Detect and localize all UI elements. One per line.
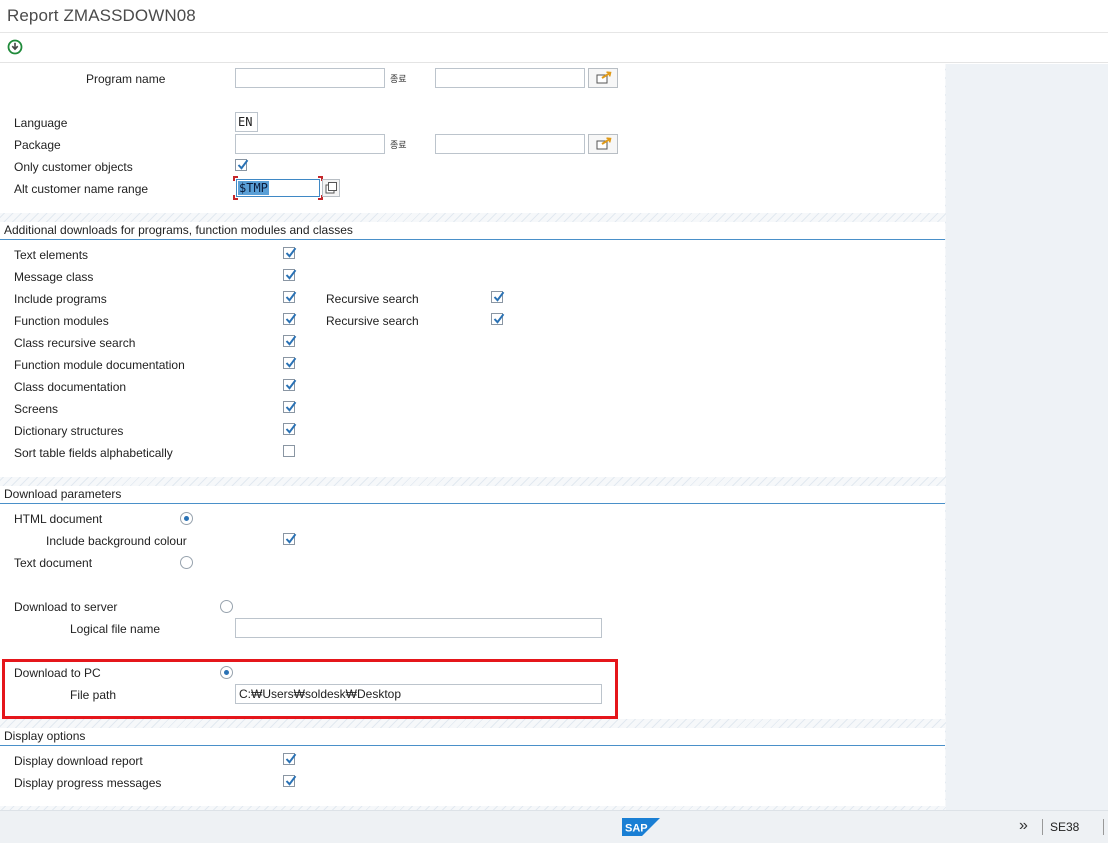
download-parameters-title: Download parameters: [0, 486, 945, 504]
display-progress-messages-checkbox[interactable]: [283, 775, 297, 787]
message-class-label: Message class: [14, 270, 94, 284]
application-toolbar: [0, 33, 1108, 63]
package-to-label: 종료: [390, 140, 407, 150]
right-pane: [946, 64, 1108, 810]
message-class-checkbox[interactable]: [283, 269, 297, 281]
title-bar: Report ZMASSDOWN08: [0, 0, 1108, 33]
expand-status-icon[interactable]: »: [1019, 817, 1028, 835]
download-to-server-radio[interactable]: [220, 600, 233, 613]
class-documentation-label: Class documentation: [14, 380, 127, 394]
highlight-box: [2, 659, 618, 719]
program-to-label: 종료: [390, 74, 407, 84]
only-customer-objects-label: Only customer objects: [14, 160, 133, 174]
value-help-button[interactable]: [322, 179, 340, 197]
program-multiple-selection-button[interactable]: [588, 68, 618, 88]
execute-icon[interactable]: [6, 38, 24, 56]
text-document-radio[interactable]: [180, 556, 193, 569]
display-options-block: Display options Display download report …: [0, 728, 945, 806]
include-programs-label: Include programs: [14, 292, 107, 306]
transaction-code: SE38: [1050, 820, 1080, 834]
class-recursive-search-label: Class recursive search: [14, 336, 136, 350]
multiple-selection-icon: [596, 137, 612, 150]
package-label: Package: [14, 138, 61, 152]
package-to-input[interactable]: [435, 134, 585, 154]
sap-logo-icon: SAP: [622, 818, 660, 836]
additional-downloads-block: Additional downloads for programs, funct…: [0, 222, 945, 477]
dictionary-structures-label: Dictionary structures: [14, 424, 124, 438]
package-from-input[interactable]: [235, 134, 385, 154]
status-bar: SAP » SE38: [0, 810, 1108, 843]
screens-label: Screens: [14, 402, 59, 416]
recursive-search-function-checkbox[interactable]: [491, 313, 505, 325]
logical-file-name-label: Logical file name: [70, 622, 161, 636]
alt-range-value: $TMP: [238, 181, 269, 195]
package-multiple-selection-button[interactable]: [588, 134, 618, 154]
text-elements-label: Text elements: [14, 248, 89, 262]
function-module-documentation-checkbox[interactable]: [283, 357, 297, 369]
download-to-server-label: Download to server: [14, 600, 118, 614]
include-background-colour-label: Include background colour: [46, 534, 187, 548]
recursive-search-label: Recursive search: [326, 314, 419, 328]
function-modules-label: Function modules: [14, 314, 109, 328]
dictionary-structures-checkbox[interactable]: [283, 423, 297, 435]
copy-icon: [325, 182, 337, 194]
class-documentation-checkbox[interactable]: [283, 379, 297, 391]
only-customer-objects-checkbox[interactable]: [235, 159, 249, 171]
multiple-selection-icon: [596, 71, 612, 84]
language-input[interactable]: [235, 112, 258, 132]
language-label: Language: [14, 116, 68, 130]
logical-file-name-input[interactable]: [235, 618, 602, 638]
recursive-search-include-checkbox[interactable]: [491, 291, 505, 303]
function-module-documentation-label: Function module documentation: [14, 358, 185, 372]
alt-range-input[interactable]: $TMP: [236, 179, 320, 197]
recursive-search-label: Recursive search: [326, 292, 419, 306]
function-modules-checkbox[interactable]: [283, 313, 297, 325]
status-separator: [1103, 819, 1104, 835]
html-document-label: HTML document: [14, 512, 103, 526]
additional-downloads-title: Additional downloads for programs, funct…: [0, 222, 945, 240]
program-name-label: Program name: [86, 72, 166, 86]
window-title: Report ZMASSDOWN08: [7, 6, 196, 25]
alt-customer-range-label: Alt customer name range: [14, 182, 149, 196]
include-background-colour-checkbox[interactable]: [283, 533, 297, 545]
display-progress-messages-label: Display progress messages: [14, 776, 162, 790]
display-download-report-label: Display download report: [14, 754, 143, 768]
program-name-from-input[interactable]: [235, 68, 385, 88]
sort-table-fields-alphabetically-label: Sort table fields alphabetically: [14, 446, 173, 460]
sort-table-fields-alphabetically-checkbox[interactable]: [283, 445, 295, 457]
html-document-radio[interactable]: [180, 512, 193, 525]
include-programs-checkbox[interactable]: [283, 291, 297, 303]
text-document-label: Text document: [14, 556, 93, 570]
program-name-to-input[interactable]: [435, 68, 585, 88]
status-separator: [1042, 819, 1043, 835]
selection-screen: Program name 종료 Language Package 종료 Only…: [0, 64, 946, 810]
sap-logo-text: SAP: [625, 823, 648, 835]
text-elements-checkbox[interactable]: [283, 247, 297, 259]
selection-criteria-block: Program name 종료 Language Package 종료 Only…: [0, 64, 945, 213]
display-options-title: Display options: [0, 728, 945, 746]
screens-checkbox[interactable]: [283, 401, 297, 413]
display-download-report-checkbox[interactable]: [283, 753, 297, 765]
class-recursive-search-checkbox[interactable]: [283, 335, 297, 347]
